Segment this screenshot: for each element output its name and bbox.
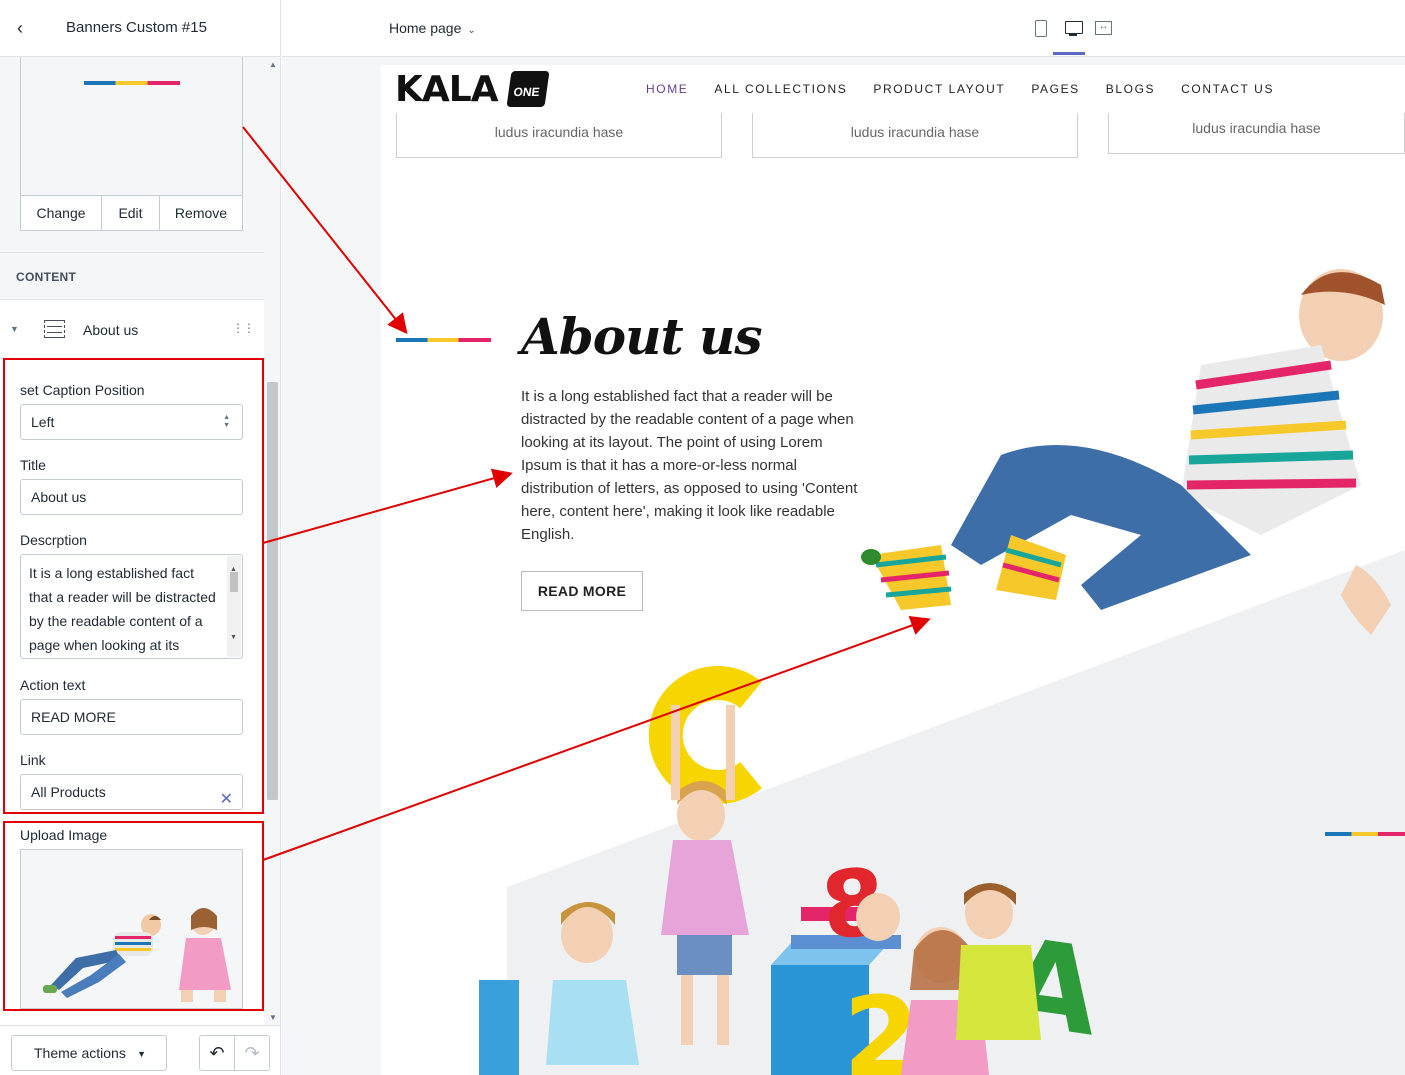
scroll-down-icon[interactable]: ▼ <box>230 626 237 650</box>
description-textarea[interactable]: It is a long established fact that a rea… <box>20 554 243 659</box>
feature-box: ludus iracundia hase <box>752 113 1078 158</box>
main-nav: HOME ALL COLLECTIONS PRODUCT LAYOUT PAGE… <box>646 82 1300 96</box>
nav-home[interactable]: HOME <box>646 82 688 96</box>
nav-product-layout[interactable]: PRODUCT LAYOUT <box>873 82 1005 96</box>
editor-sidebar: ‹ Banners Custom #15 Change Edit Remove … <box>0 0 281 1075</box>
logo-badge: ONE <box>506 71 550 107</box>
caption-position-select[interactable]: Left ▲ ▼ <box>20 404 243 440</box>
nav-blogs[interactable]: BLOGS <box>1106 82 1155 96</box>
scroll-up-icon[interactable]: ▲ <box>269 60 277 69</box>
read-more-button[interactable]: READ MORE <box>521 571 643 611</box>
upload-image-preview[interactable] <box>20 849 243 1009</box>
store-header: KALA ONE HOME ALL COLLECTIONS PRODUCT LA… <box>381 65 1405 113</box>
content-section-heading: CONTENT <box>0 252 264 299</box>
block-settings-form: set Caption Position Left ▲ ▼ Title About… <box>0 359 264 1029</box>
undo-redo-group: ↶ ↷ <box>199 1035 270 1071</box>
description-label: Descrption <box>20 532 87 548</box>
title-label: Title <box>20 457 46 473</box>
desktop-icon[interactable] <box>1063 18 1083 40</box>
select-arrows-icon: ▲ ▼ <box>223 414 230 429</box>
sidebar-scroll-area: Change Edit Remove CONTENT ▼ About us ⋮⋮… <box>0 57 264 1029</box>
link-label: Link <box>20 752 46 768</box>
storefront-frame: 8 2 A KALA ONE HOME ALL COLLECTIONS PROD… <box>381 65 1405 1075</box>
device-switcher: ↔ <box>1031 18 1115 40</box>
caption-position-label: set Caption Position <box>20 382 145 398</box>
nav-pages[interactable]: PAGES <box>1031 82 1079 96</box>
block-row-about-us[interactable]: ▼ About us ⋮⋮ <box>0 299 264 359</box>
remove-button[interactable]: Remove <box>160 196 242 230</box>
action-text-input[interactable]: READ MORE <box>20 699 243 735</box>
nav-all-collections[interactable]: ALL COLLECTIONS <box>714 82 847 96</box>
title-input[interactable]: About us <box>20 479 243 515</box>
nav-contact-us[interactable]: CONTACT US <box>1181 82 1274 96</box>
store-logo[interactable]: KALA <box>395 69 499 110</box>
clear-link-icon[interactable]: ✕ <box>220 783 233 817</box>
theme-actions-button[interactable]: Theme actions ▼ <box>11 1035 167 1071</box>
scrollbar-thumb[interactable] <box>267 382 278 800</box>
redo-icon[interactable]: ↷ <box>234 1036 269 1070</box>
chevron-left-icon[interactable]: ‹ <box>10 18 30 38</box>
link-value: All Products <box>31 784 106 800</box>
logo-badge-text: ONE <box>512 85 541 99</box>
drag-handle-icon[interactable]: ⋮⋮ <box>232 321 255 335</box>
textarea-scroll-thumb[interactable] <box>230 572 238 592</box>
about-title: About us <box>521 307 762 366</box>
color-stripe-about <box>396 338 491 342</box>
description-text: It is a long established fact that a rea… <box>29 565 216 653</box>
sidebar-header: ‹ Banners Custom #15 <box>0 0 280 57</box>
content-heading-label: CONTENT <box>16 270 77 284</box>
color-stripe-right <box>1325 832 1405 836</box>
link-input[interactable]: All Products ✕ <box>20 774 243 810</box>
feature-box: ludus iracundia hase <box>396 113 722 158</box>
caret-down-icon: ▼ <box>137 1049 146 1059</box>
edit-button[interactable]: Edit <box>102 196 160 230</box>
kids-thumbnail-image <box>43 908 231 1002</box>
hero-artwork: 8 2 A <box>479 269 1405 1075</box>
chevron-down-icon: ⌄ <box>467 25 476 36</box>
theme-actions-label: Theme actions <box>34 1045 126 1061</box>
mobile-icon[interactable] <box>1031 18 1051 40</box>
page-selector-label: Home page <box>389 20 462 36</box>
caption-position-value: Left <box>31 414 55 430</box>
undo-icon[interactable]: ↶ <box>200 1036 234 1070</box>
upload-image-label: Upload Image <box>20 827 108 843</box>
active-device-indicator <box>1053 52 1085 55</box>
feature-box-text: ludus iracundia hase <box>850 124 980 140</box>
block-label: About us <box>83 322 139 338</box>
action-text-label: Action text <box>20 677 86 693</box>
block-layout-icon <box>44 320 65 338</box>
section-title: Banners Custom #15 <box>66 19 207 36</box>
caret-down-icon[interactable]: ▼ <box>10 324 19 334</box>
change-button[interactable]: Change <box>21 196 102 230</box>
sidebar-footer: Theme actions ▼ ↶ ↷ <box>0 1025 280 1075</box>
textarea-scrollbar[interactable]: ▲ ▼ <box>227 556 241 657</box>
feature-box: ludus iracundia hase <box>1108 113 1405 154</box>
page-selector[interactable]: Home page ⌄ <box>389 20 476 36</box>
feature-box-text: ludus iracundia hase <box>494 124 624 140</box>
color-stripe-image <box>84 81 180 85</box>
image-actions: Change Edit Remove <box>20 195 243 231</box>
feature-boxes: ludus iracundia hase ludus iracundia has… <box>381 113 1405 173</box>
scroll-down-icon[interactable]: ▼ <box>269 1013 277 1022</box>
preview-toolbar: Home page ⌄ ↔ <box>282 0 1405 57</box>
sidebar-scrollbar[interactable]: ▲ ▼ <box>264 57 280 1025</box>
about-description: It is a long established fact that a rea… <box>521 388 858 543</box>
fullwidth-icon[interactable]: ↔ <box>1095 18 1115 40</box>
feature-box-text: ludus iracundia hase <box>1192 120 1321 136</box>
